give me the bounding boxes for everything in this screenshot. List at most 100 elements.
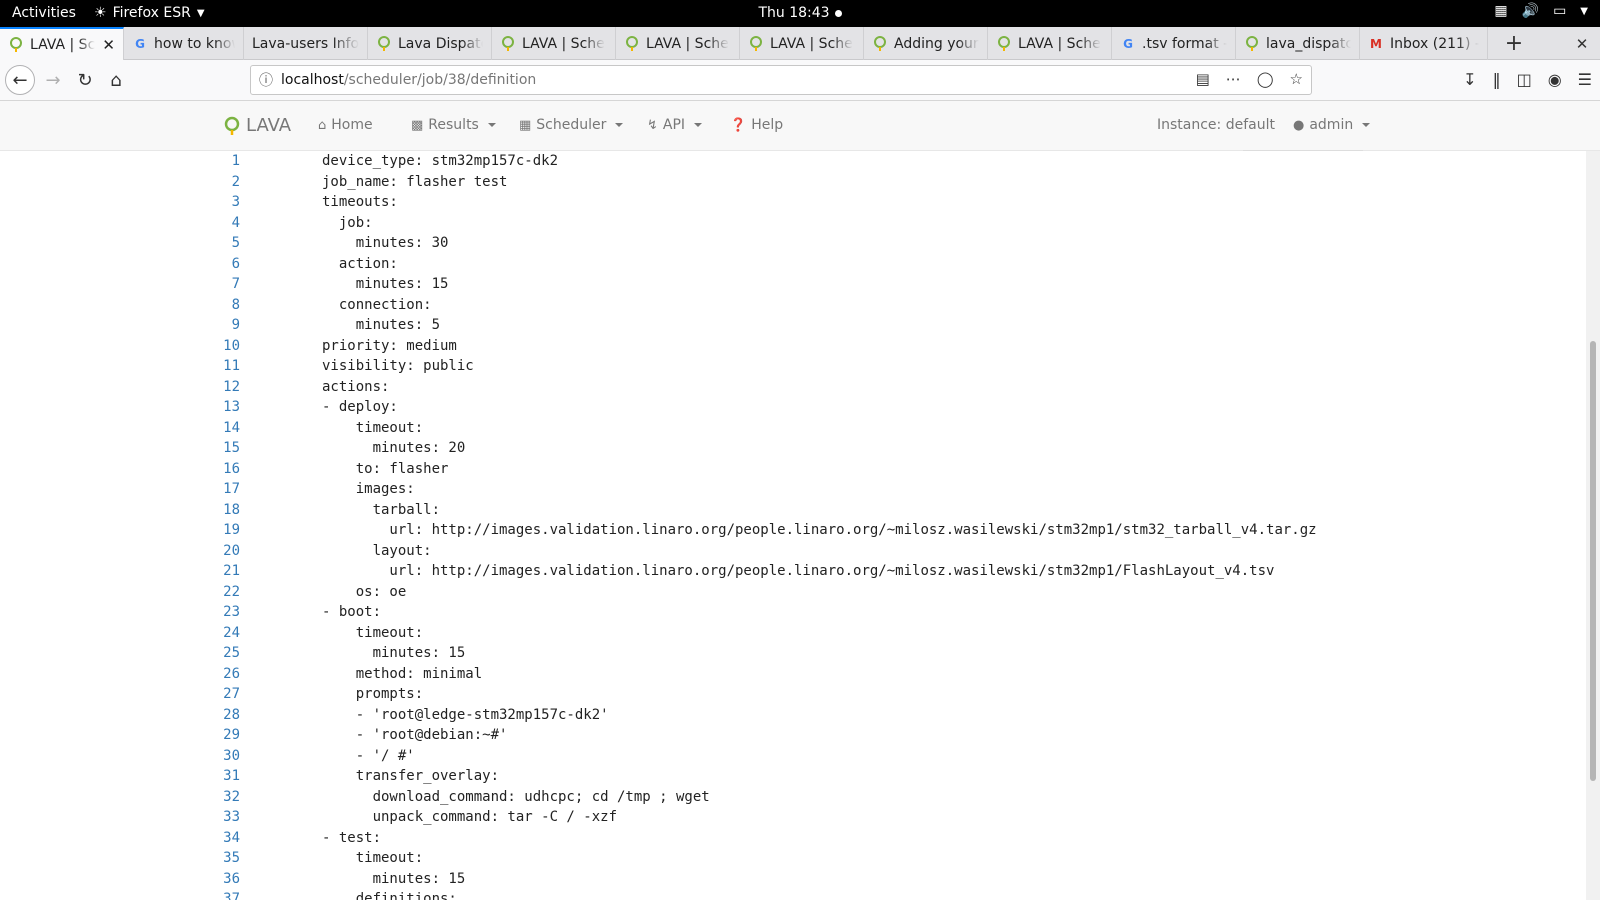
close-tab-icon[interactable]: ✕: [98, 36, 115, 54]
code-line: 26 method: minimal: [0, 664, 1586, 684]
reload-button[interactable]: ↻: [70, 65, 100, 95]
line-number-link[interactable]: 5: [200, 233, 240, 253]
code-line-text: images:: [322, 481, 415, 497]
tab-tsv-format[interactable]: G .tsv format -: [1112, 27, 1236, 60]
page-scrollbar[interactable]: [1586, 151, 1600, 900]
sidebar-icon[interactable]: ◫: [1517, 70, 1532, 89]
line-number-link[interactable]: 31: [200, 766, 240, 786]
lava-icon: [624, 35, 640, 52]
line-number-link[interactable]: 24: [200, 623, 240, 643]
tab-lava-scheduler[interactable]: LAVA | Sche: [616, 27, 740, 60]
nav-api-dropdown[interactable]: ↯ API: [647, 117, 703, 133]
site-info-icon[interactable]: ⓘ: [251, 70, 281, 90]
line-number-link[interactable]: 21: [200, 561, 240, 581]
nav-results-dropdown[interactable]: ▩ Results: [411, 117, 496, 133]
back-arrow-icon: ←: [12, 69, 28, 91]
window-close-button[interactable]: ✕: [1570, 27, 1594, 60]
code-line-text: url: http://images.validation.linaro.org…: [322, 563, 1275, 579]
reader-view-icon[interactable]: ▤: [1196, 70, 1210, 88]
line-number-link[interactable]: 6: [200, 254, 240, 274]
line-number-link[interactable]: 25: [200, 643, 240, 663]
line-number-link[interactable]: 15: [200, 438, 240, 458]
line-number-link[interactable]: 14: [200, 418, 240, 438]
app-menu[interactable]: ☀ Firefox ESR ▼: [94, 5, 205, 21]
back-button[interactable]: ←: [5, 65, 35, 95]
line-number-link[interactable]: 29: [200, 725, 240, 745]
tab-lava-scheduler-active[interactable]: LAVA | Sc ✕: [0, 27, 124, 60]
tab-title: LAVA | Sche: [770, 35, 853, 52]
line-number-link[interactable]: 22: [200, 582, 240, 602]
line-number-link[interactable]: 3: [200, 192, 240, 212]
line-number-link[interactable]: 9: [200, 315, 240, 335]
line-number-link[interactable]: 27: [200, 684, 240, 704]
line-number-link[interactable]: 33: [200, 807, 240, 827]
code-line-text: minutes: 30: [322, 235, 449, 251]
line-number-link[interactable]: 12: [200, 377, 240, 397]
line-number-link[interactable]: 30: [200, 746, 240, 766]
scrollbar-thumb[interactable]: [1590, 341, 1596, 781]
gmail-icon: M: [1370, 36, 1382, 51]
line-number-link[interactable]: 36: [200, 869, 240, 889]
lava-brand-link[interactable]: LAVA: [223, 115, 291, 136]
downloads-icon[interactable]: ↧: [1463, 70, 1476, 89]
line-number-link[interactable]: 23: [200, 602, 240, 622]
system-menu[interactable]: ▦ 🔊 ▭ ▼: [1494, 3, 1588, 19]
line-number-link[interactable]: 28: [200, 705, 240, 725]
tab-lava-dispatcher[interactable]: Lava Dispatc: [368, 27, 492, 60]
tab-google-search[interactable]: G how to know: [124, 27, 244, 60]
nav-help[interactable]: ❓ Help: [730, 117, 783, 133]
nav-home[interactable]: ⌂ Home: [318, 117, 373, 133]
code-line: 12 actions:: [0, 377, 1586, 397]
user-dropdown[interactable]: ● admin: [1293, 117, 1371, 133]
caret-down-icon: [487, 123, 496, 127]
chevron-down-icon: ▼: [1580, 5, 1588, 17]
line-number-link[interactable]: 7: [200, 274, 240, 294]
line-number-link[interactable]: 11: [200, 356, 240, 376]
library-icon[interactable]: ‖: [1493, 70, 1501, 89]
job-definition-code: 1 device_type: stm32mp157c-dk2 2 job_name: …: [0, 151, 1586, 900]
line-number-link[interactable]: 26: [200, 664, 240, 684]
tab-lava-scheduler[interactable]: LAVA | Sche: [740, 27, 864, 60]
tab-lava-scheduler[interactable]: LAVA | Sche: [988, 27, 1112, 60]
line-number-link[interactable]: 32: [200, 787, 240, 807]
line-number-link[interactable]: 1: [200, 151, 240, 171]
code-line-text: minutes: 15: [322, 870, 466, 887]
url-bar[interactable]: ⓘ localhost/scheduler/job/38/definition …: [250, 65, 1312, 95]
bookmark-star-icon[interactable]: ☆: [1290, 70, 1303, 88]
page-actions-icon[interactable]: ⋯: [1226, 70, 1241, 88]
calendar-icon: ▦: [519, 117, 532, 133]
tab-lava-dispatcher-2[interactable]: lava_dispatc: [1236, 27, 1360, 60]
line-number-link[interactable]: 16: [200, 459, 240, 479]
line-number-link[interactable]: 17: [200, 479, 240, 499]
line-number-link[interactable]: 13: [200, 397, 240, 417]
nav-scheduler-dropdown[interactable]: ▦ Scheduler: [519, 117, 624, 133]
lava-icon: [376, 35, 392, 52]
clock[interactable]: Thu 18:43: [758, 5, 842, 21]
tab-lava-users[interactable]: Lava-users Info: [244, 27, 368, 60]
forward-button[interactable]: →: [38, 65, 68, 95]
line-number-link[interactable]: 18: [200, 500, 240, 520]
tab-gmail-inbox[interactable]: M Inbox (211) -: [1360, 27, 1488, 60]
account-icon[interactable]: ◉: [1548, 70, 1562, 89]
activities-button[interactable]: Activities: [12, 5, 76, 21]
google-icon: G: [135, 36, 145, 51]
line-number-link[interactable]: 2: [200, 172, 240, 192]
tab-title: how to know: [154, 35, 235, 52]
line-number-link[interactable]: 37: [200, 889, 240, 900]
line-number-link[interactable]: 35: [200, 848, 240, 868]
line-number-link[interactable]: 19: [200, 520, 240, 540]
navigation-bar: ← → ↻ ⌂ ⓘ localhost/scheduler/job/38/def…: [0, 60, 1600, 101]
line-number-link[interactable]: 10: [200, 336, 240, 356]
code-line: 28 - 'root@ledge-stm32mp157c-dk2': [0, 705, 1586, 725]
new-tab-button[interactable]: +: [1500, 27, 1528, 60]
line-number-link[interactable]: 8: [200, 295, 240, 315]
pocket-icon[interactable]: ◯: [1257, 70, 1274, 88]
hamburger-menu-icon[interactable]: ☰: [1578, 70, 1592, 89]
tab-lava-scheduler[interactable]: LAVA | Sche: [492, 27, 616, 60]
home-button[interactable]: ⌂: [101, 65, 131, 95]
line-number-link[interactable]: 20: [200, 541, 240, 561]
tab-adding-your[interactable]: Adding your: [864, 27, 988, 60]
line-number-link[interactable]: 4: [200, 213, 240, 233]
question-icon: ❓: [730, 117, 747, 133]
line-number-link[interactable]: 34: [200, 828, 240, 848]
